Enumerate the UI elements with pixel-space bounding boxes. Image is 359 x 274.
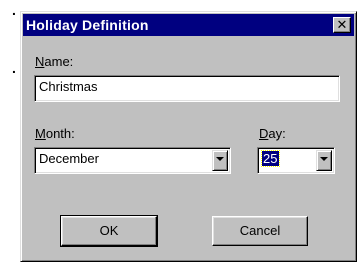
month-dropdown-button[interactable] <box>212 150 228 171</box>
day-dropdown-button[interactable] <box>316 150 332 171</box>
day-dropdown-value: 25 <box>260 150 281 167</box>
background-text-fragment: . <box>12 2 16 18</box>
name-label: Name: <box>35 54 74 69</box>
month-label: Month: <box>35 126 75 141</box>
ok-button[interactable]: OK <box>60 215 158 247</box>
month-dropdown[interactable]: December <box>34 147 231 174</box>
cancel-button[interactable]: Cancel <box>212 216 308 246</box>
month-dropdown-value: December <box>39 151 99 166</box>
background-text-fragment: . <box>12 60 16 76</box>
chevron-down-icon <box>320 157 328 161</box>
background-window-fragment <box>0 4 20 274</box>
day-label: Day: <box>259 126 286 141</box>
day-dropdown[interactable]: 25 <box>257 147 335 174</box>
dialog-title: Holiday Definition <box>26 17 149 33</box>
holiday-definition-dialog: Holiday Definition ✕ Name: Christmas Mon… <box>20 11 357 262</box>
close-button[interactable]: ✕ <box>333 17 351 33</box>
dialog-titlebar[interactable]: Holiday Definition ✕ <box>23 14 354 36</box>
close-icon: ✕ <box>336 17 348 32</box>
chevron-down-icon <box>216 157 224 161</box>
name-input-value: Christmas <box>39 79 98 94</box>
name-input[interactable]: Christmas <box>34 75 340 102</box>
